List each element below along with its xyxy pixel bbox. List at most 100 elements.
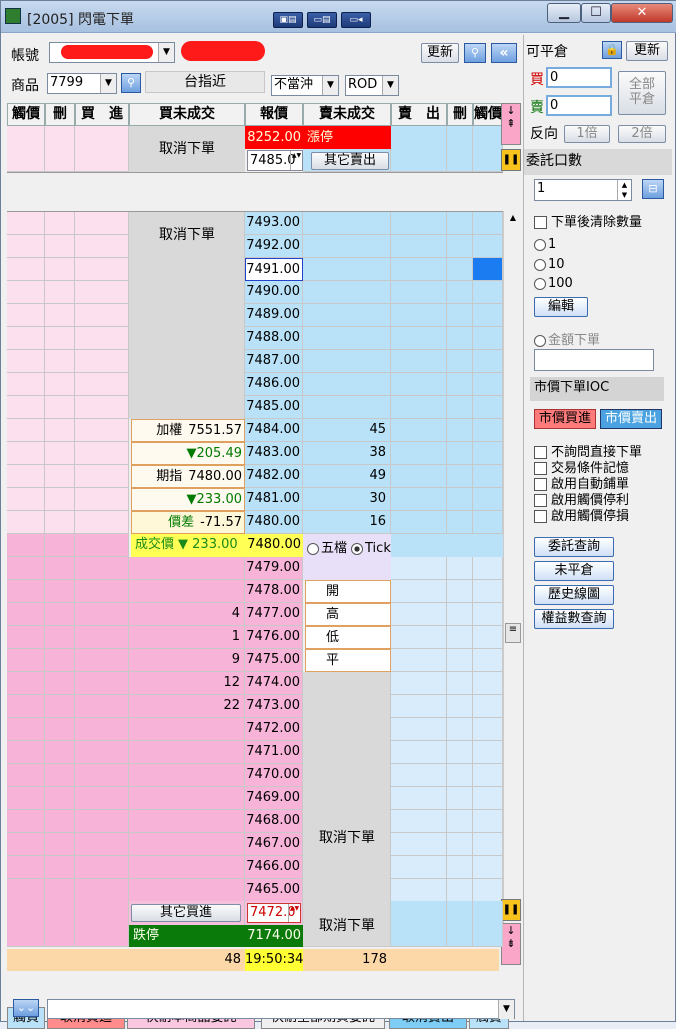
ladder-cell[interactable] [447,810,473,833]
scroll-up-icon[interactable]: ▲ [506,213,520,227]
ladder-cell[interactable] [7,879,45,902]
price-spinner[interactable]: ▲▼ [290,151,302,170]
ladder-cell[interactable] [7,718,45,741]
ladder-cell[interactable] [447,557,473,580]
ladder-cell[interactable] [45,419,75,442]
ladder-cell[interactable] [473,442,503,465]
ladder-cell[interactable] [473,419,503,442]
ladder-cell[interactable] [303,304,391,327]
ladder-cell[interactable] [45,695,75,718]
bid-qty[interactable]: 4 [129,603,245,626]
ladder-cell[interactable] [129,833,245,856]
bid-qty[interactable]: 22 [129,695,245,718]
scroll-thumb[interactable]: ≡ [505,623,521,643]
ladder-cell[interactable] [7,580,45,603]
ladder-cell[interactable] [7,258,45,281]
ladder-cell[interactable] [75,580,129,603]
ladder-cell[interactable] [129,580,245,603]
reverse-1x-button[interactable]: 1倍 [564,125,610,143]
ladder-cell[interactable] [447,649,473,672]
qty-spinner[interactable]: ▲ ▼ [617,180,631,200]
ladder-cell[interactable] [7,557,45,580]
ladder-cell[interactable] [75,787,129,810]
ladder-cell[interactable] [45,718,75,741]
ladder-cell[interactable] [391,235,447,258]
ladder-cell[interactable] [45,879,75,902]
ladder-cell[interactable] [7,419,45,442]
ladder-cell[interactable] [473,764,503,787]
ladder-cell[interactable] [45,741,75,764]
ladder-cell[interactable] [303,396,391,419]
ladder-cell[interactable] [75,235,129,258]
radio-icon[interactable] [307,542,319,555]
ladder-cell[interactable] [473,741,503,764]
ladder-cell[interactable] [7,212,45,235]
ladder-cell[interactable] [303,212,391,235]
bid-qty[interactable]: 9 [129,649,245,672]
ladder-cell[interactable] [391,511,447,534]
checkbox-icon[interactable] [534,478,547,491]
ladder-cell[interactable] [303,281,391,304]
ladder-cell[interactable] [391,488,447,511]
toolbar-mini-button-1[interactable]: ▣▤ [273,12,303,28]
pause-icon[interactable]: ❚❚ [501,899,521,921]
radio-icon[interactable] [534,334,546,347]
ladder-cell[interactable] [45,787,75,810]
ladder-cell[interactable] [303,350,391,373]
ladder-cell[interactable] [473,856,503,879]
message-select[interactable]: ▼ [47,999,515,1019]
bottom-price-input[interactable]: 7472.0 ▲▼ [247,903,301,923]
ladder-cell[interactable] [7,465,45,488]
lock-icon[interactable]: 🔒 [602,41,622,59]
refresh-button[interactable]: 更新 [421,43,459,63]
ladder-cell[interactable] [303,258,391,281]
option-memory[interactable]: 交易條件記憶 [534,461,629,477]
ladder-cell[interactable] [473,787,503,810]
ladder-cell[interactable] [75,373,129,396]
history-chart-button[interactable]: 歷史線圖 [534,585,614,605]
option-stop-loss[interactable]: 啟用觸價停損 [534,509,629,525]
ladder-cell[interactable] [473,718,503,741]
other-buy-button[interactable]: 其它買進 [131,904,241,922]
ladder-cell[interactable] [45,465,75,488]
product-code-select[interactable]: 7799 ▼ [47,73,117,94]
ladder-cell[interactable] [447,327,473,350]
market-buy-button[interactable]: 市價買進 [534,409,596,429]
ladder-cell[interactable] [7,373,45,396]
ladder-cell[interactable] [7,810,45,833]
ladder-cell[interactable] [75,350,129,373]
ladder-cell[interactable] [391,649,447,672]
cart-icon[interactable]: ⊟ [642,179,664,199]
ladder-cell[interactable] [391,787,447,810]
qty-radio-1[interactable]: 1 [534,237,556,252]
right-refresh-button[interactable]: 更新 [626,41,668,61]
ladder-cell[interactable] [391,350,447,373]
ladder-cell[interactable] [7,603,45,626]
ladder-cell[interactable] [447,718,473,741]
ladder-cell[interactable] [7,327,45,350]
ladder-cell[interactable] [447,695,473,718]
ladder-cell[interactable] [473,672,503,695]
ladder-cell[interactable] [473,235,503,258]
ladder-cell[interactable] [391,810,447,833]
ladder-cell[interactable] [473,810,503,833]
ladder-cell[interactable] [447,787,473,810]
ladder-cell[interactable] [75,327,129,350]
checkbox-icon[interactable] [534,462,547,475]
lower-cancel-area[interactable] [303,672,391,925]
ladder-cell[interactable] [129,764,245,787]
ladder-cell[interactable] [45,511,75,534]
ladder-cell[interactable] [129,557,245,580]
ladder-cell[interactable] [391,327,447,350]
amount-order-option[interactable]: 金額下單 [534,329,600,348]
ladder-cell[interactable] [391,396,447,419]
ladder-cell[interactable] [75,281,129,304]
ladder-cell[interactable] [391,258,447,281]
ladder-cell[interactable] [473,603,503,626]
collapse-icon[interactable]: « [491,43,517,63]
depth-five-option[interactable]: 五檔 Tick [307,537,391,556]
ladder-cell[interactable] [473,304,503,327]
ladder-cell[interactable] [447,626,473,649]
ladder-cell[interactable] [45,258,75,281]
order-query-button[interactable]: 委託查詢 [534,537,614,557]
